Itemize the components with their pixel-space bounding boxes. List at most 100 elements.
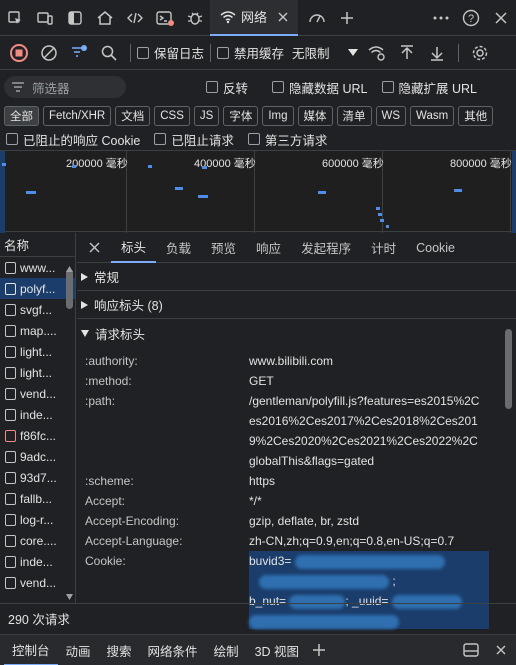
- elements-code-icon[interactable]: [120, 0, 150, 36]
- add-drawer-tab-icon[interactable]: [307, 635, 331, 665]
- blocked-requests-checkbox[interactable]: 已阻止请求: [154, 130, 234, 149]
- performance-gauge-icon[interactable]: [302, 0, 332, 36]
- checkbox-box[interactable]: [137, 46, 149, 59]
- third-party-checkbox[interactable]: 第三方请求: [247, 130, 327, 149]
- hide-ext-url-checkbox[interactable]: 隐藏扩展 URL: [381, 78, 477, 97]
- request-row[interactable]: vend...: [0, 572, 75, 593]
- scroll-up-arrow[interactable]: [66, 261, 73, 272]
- help-icon[interactable]: ?: [456, 0, 486, 36]
- close-drawer-icon[interactable]: [486, 635, 516, 665]
- add-tab-icon[interactable]: [332, 0, 362, 36]
- tab-preview[interactable]: 预览: [201, 233, 246, 263]
- throttle-select[interactable]: 无限制: [292, 43, 358, 62]
- filter-input[interactable]: 筛选器: [4, 76, 126, 98]
- scroll-down-arrow[interactable]: [66, 589, 73, 600]
- request-headers-section-header[interactable]: 请求标头: [77, 319, 516, 347]
- type-filter-img[interactable]: Img: [262, 105, 294, 126]
- filter-funnel-icon[interactable]: [64, 36, 94, 70]
- checkbox-box[interactable]: [247, 133, 260, 145]
- request-row[interactable]: www...: [0, 257, 75, 278]
- type-filter-doc[interactable]: 文档: [115, 105, 151, 126]
- welcome-home-icon[interactable]: [90, 0, 120, 36]
- close-icon[interactable]: [77, 233, 111, 263]
- list-scrollbar[interactable]: [66, 261, 73, 600]
- checkbox-box[interactable]: [206, 81, 218, 93]
- gear-icon[interactable]: [465, 36, 495, 70]
- tab-payload[interactable]: 负载: [156, 233, 201, 263]
- general-section-header[interactable]: 常规: [77, 263, 516, 291]
- type-filter-media[interactable]: 媒体: [297, 105, 333, 126]
- tab-response[interactable]: 响应: [246, 233, 291, 263]
- timeline-overview[interactable]: 200000 毫秒 400000 毫秒 600000 毫秒 800000 毫秒: [0, 150, 516, 233]
- drawer-tab-search[interactable]: 搜索: [99, 635, 140, 665]
- header-row: Accept-Encoding: gzip, deflate, br, zstd: [77, 511, 516, 531]
- type-filter-fetch-xhr[interactable]: Fetch/XHR: [43, 105, 112, 126]
- device-toolbar-icon[interactable]: [30, 0, 60, 36]
- request-row[interactable]: svgf...: [0, 299, 75, 320]
- scroll-thumb[interactable]: [66, 269, 73, 309]
- drawer-tab-console[interactable]: 控制台: [4, 635, 58, 665]
- header-key: Accept-Encoding:: [85, 514, 180, 528]
- invert-checkbox[interactable]: 反转: [206, 78, 248, 97]
- request-row[interactable]: 93d7...: [0, 467, 75, 488]
- close-devtools-icon[interactable]: [486, 0, 516, 36]
- request-row[interactable]: fallb...: [0, 488, 75, 509]
- detail-scrollbar-thumb[interactable]: [505, 329, 512, 409]
- name-column-header[interactable]: 名称: [0, 233, 75, 257]
- type-filter-all[interactable]: 全部: [4, 105, 39, 126]
- type-filter-js[interactable]: JS: [193, 105, 220, 126]
- console-icon[interactable]: [150, 0, 180, 36]
- request-row[interactable]: light...: [0, 341, 75, 362]
- checkbox-box[interactable]: [217, 46, 230, 59]
- checkbox-box[interactable]: [381, 81, 394, 93]
- request-row[interactable]: inde...: [0, 404, 75, 425]
- clear-icon[interactable]: [34, 36, 64, 70]
- blocked-cookies-checkbox[interactable]: 已阻止的响应 Cookie: [6, 130, 140, 149]
- request-row[interactable]: inde...: [0, 551, 75, 572]
- drawer-tab-3d-view[interactable]: 3D 视图: [247, 635, 307, 665]
- timeline-request-mark: [202, 166, 207, 169]
- tab-cookie[interactable]: Cookie: [406, 233, 465, 263]
- type-filter-css[interactable]: CSS: [154, 105, 190, 126]
- request-row[interactable]: 9adc...: [0, 446, 75, 467]
- drawer-tab-network-conditions[interactable]: 网络条件: [140, 635, 206, 665]
- search-icon[interactable]: [94, 36, 124, 70]
- type-filter-manifest[interactable]: 清单: [336, 105, 372, 126]
- timeline-selection-right[interactable]: [512, 151, 516, 233]
- drawer-tab-animations[interactable]: 动画: [58, 635, 99, 665]
- hide-data-url-checkbox[interactable]: 隐藏数据 URL: [272, 78, 368, 97]
- type-filter-ws[interactable]: WS: [375, 105, 407, 126]
- tab-network[interactable]: 网络: [210, 0, 299, 36]
- request-row[interactable]: polyf...: [0, 278, 75, 299]
- type-filter-wasm[interactable]: Wasm: [410, 105, 455, 126]
- request-row[interactable]: light...: [0, 362, 75, 383]
- drawer-tab-rendering[interactable]: 绘制: [206, 635, 247, 665]
- request-row[interactable]: f86fc...: [0, 425, 75, 446]
- response-headers-section-header[interactable]: 响应标头 (8): [77, 291, 516, 319]
- disable-cache-checkbox[interactable]: 禁用缓存: [217, 43, 284, 62]
- tab-initiator[interactable]: 发起程序: [291, 233, 361, 263]
- request-name: 9adc...: [20, 449, 57, 464]
- record-stop-icon[interactable]: [4, 36, 34, 70]
- export-download-icon[interactable]: [422, 36, 452, 70]
- undock-drawer-icon[interactable]: [456, 635, 486, 665]
- tab-headers[interactable]: 标头: [111, 233, 157, 263]
- dock-side-icon[interactable]: [60, 0, 90, 36]
- preserve-log-checkbox[interactable]: 保留日志: [137, 43, 204, 62]
- close-icon[interactable]: [278, 12, 288, 22]
- request-row[interactable]: log-r...: [0, 509, 75, 530]
- type-filter-font[interactable]: 字体: [223, 105, 259, 126]
- inspect-icon[interactable]: [0, 0, 30, 36]
- sources-bug-icon[interactable]: [180, 0, 210, 36]
- tab-timing[interactable]: 计时: [361, 233, 406, 263]
- checkbox-box[interactable]: [154, 133, 167, 145]
- checkbox-box[interactable]: [272, 81, 285, 93]
- checkbox-box[interactable]: [6, 133, 18, 145]
- type-filter-other[interactable]: 其他: [458, 105, 494, 126]
- more-options-icon[interactable]: [426, 0, 456, 36]
- request-row[interactable]: vend...: [0, 383, 75, 404]
- request-row[interactable]: map....: [0, 320, 75, 341]
- import-upload-icon[interactable]: [392, 36, 422, 70]
- network-conditions-icon[interactable]: [362, 36, 392, 70]
- request-row[interactable]: core....: [0, 530, 75, 551]
